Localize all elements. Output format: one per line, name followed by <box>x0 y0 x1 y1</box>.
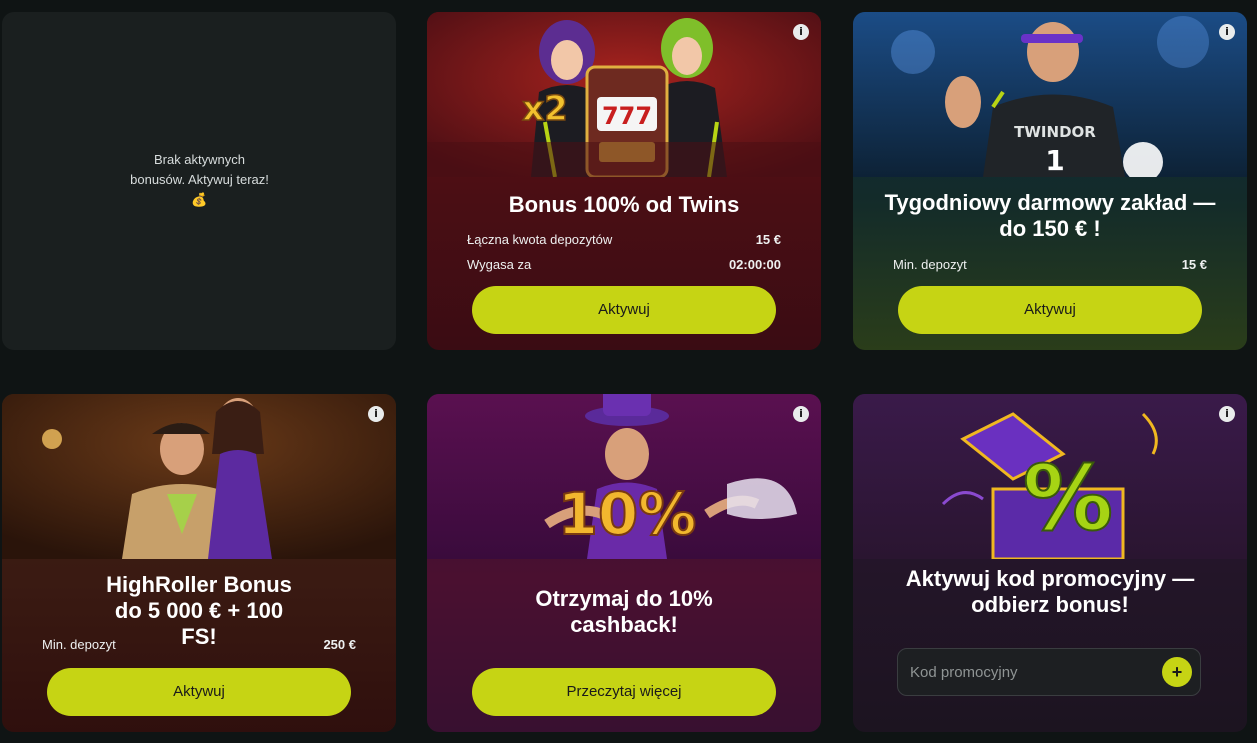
no-active-bonus-text: Brak aktywnych bonusów. Aktywuj teraz! 💰 <box>130 152 269 207</box>
bonus-card-highroller: i HighRoller Bonus do 5 000 € + 100 FS! … <box>2 394 396 732</box>
bonus-card-twins: 777 x2 i Bonus 100% od Twins Łączna kwot… <box>427 12 821 350</box>
info-row-expires-in: Wygasa za 02:00:00 <box>467 257 781 272</box>
activate-button[interactable]: Aktywuj <box>898 286 1202 334</box>
no-active-bonus-card: Brak aktywnych bonusów. Aktywuj teraz! 💰 <box>2 12 396 350</box>
row-value: 15 € <box>755 232 781 247</box>
row-label: Łączna kwota depozytów <box>467 232 613 247</box>
promo-title: Aktywuj kod promocyjny — odbierz bonus! <box>905 566 1195 617</box>
bonus-card-cashback: 10% i Otrzymaj do 10% cashback! Przeczyt… <box>427 394 821 732</box>
activate-button[interactable]: Aktywuj <box>47 668 351 716</box>
football-player-illustration: TWINDOR 1 <box>853 12 1247 177</box>
read-more-button[interactable]: Przeczytaj więcej <box>472 668 776 716</box>
promo-code-field: + <box>897 648 1201 696</box>
gift-box-percent-illustration: % <box>853 394 1247 559</box>
info-row-min-deposit: Min. depozyt 250 € <box>42 637 356 652</box>
bonus-title: Otrzymaj do 10% cashback! <box>535 586 713 637</box>
add-promo-code-button[interactable]: + <box>1162 657 1192 687</box>
slot-reels-text: 777 <box>602 102 652 130</box>
promo-code-card: % i Aktywuj kod promocyjny — odbierz bon… <box>853 394 1247 732</box>
row-label: Wygasa za <box>467 257 532 272</box>
x2-badge: x2 <box>522 89 568 129</box>
percent-symbol: % <box>1023 446 1113 551</box>
info-icon[interactable]: i <box>1219 406 1235 422</box>
bonus-card-weekly-free-bet: TWINDOR 1 i Tygodniowy darmowy zakład — … <box>853 12 1247 350</box>
info-icon[interactable]: i <box>793 24 809 40</box>
twins-slot-illustration: 777 x2 <box>427 12 821 177</box>
info-icon[interactable]: i <box>1219 24 1235 40</box>
row-label: Min. depozyt <box>42 637 116 652</box>
cashback-illustration: 10% <box>427 394 821 559</box>
bonus-grid: Brak aktywnych bonusów. Aktywuj teraz! 💰 <box>0 0 1257 743</box>
info-row-total-deposits: Łączna kwota depozytów 15 € <box>467 232 781 247</box>
cashback-10-percent-text: 10% <box>558 480 697 548</box>
promo-code-input[interactable] <box>910 649 1160 695</box>
info-row-min-deposit: Min. depozyt 15 € <box>893 257 1207 272</box>
bonus-title: Tygodniowy darmowy zakład — do 150 € ! <box>884 190 1216 241</box>
row-value: 250 € <box>323 637 356 652</box>
row-value: 02:00:00 <box>728 257 781 272</box>
row-label: Min. depozyt <box>893 257 967 272</box>
highroller-couple-illustration <box>2 394 396 559</box>
row-value: 15 € <box>1181 257 1207 272</box>
jersey-number: 1 <box>1045 144 1064 177</box>
info-icon[interactable]: i <box>793 406 809 422</box>
activate-button[interactable]: Aktywuj <box>472 286 776 334</box>
jersey-brand-text: TWINDOR <box>1014 123 1096 141</box>
info-icon[interactable]: i <box>368 406 384 422</box>
bonus-title: Bonus 100% od Twins <box>508 192 740 217</box>
